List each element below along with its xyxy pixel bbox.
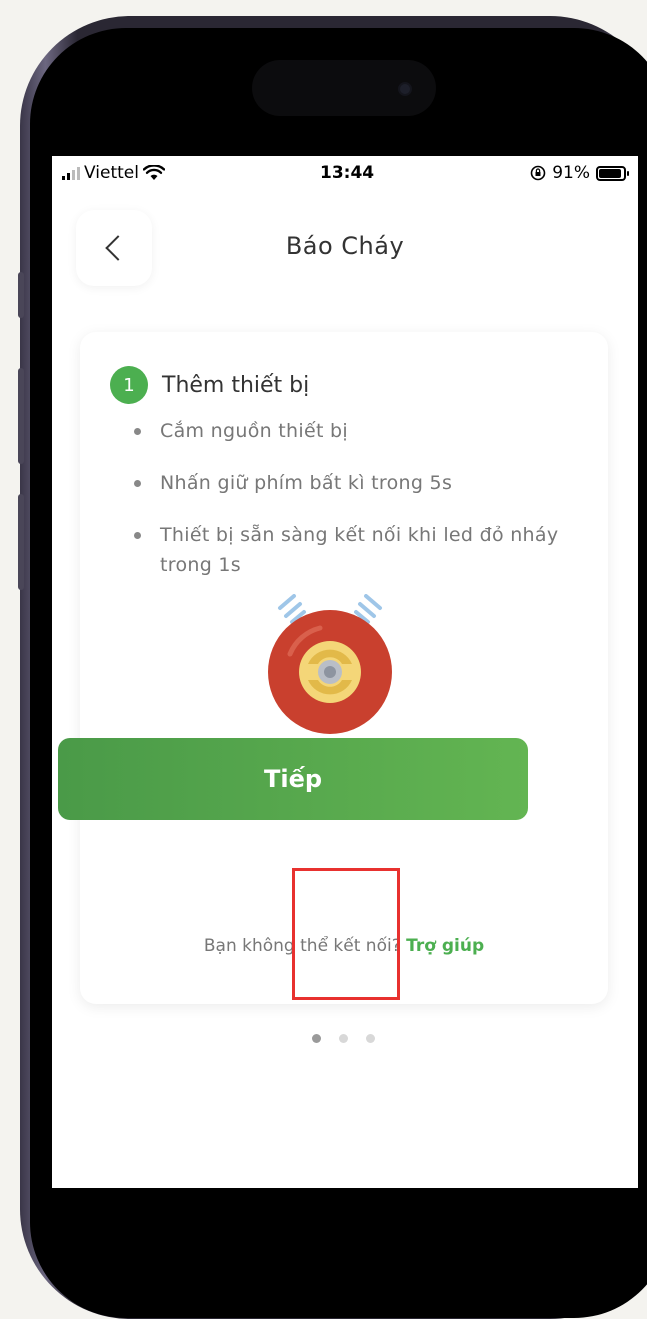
pager-dots [312, 1034, 375, 1043]
step-number-badge: 1 [110, 366, 148, 404]
pager-dot[interactable] [312, 1034, 321, 1043]
step-header: 1 Thêm thiết bị [110, 366, 309, 404]
fire-alarm-illustration [268, 594, 392, 734]
instruction-item: Nhấn giữ phím bất kì trong 5s [132, 468, 572, 498]
page-title: Báo Cháy [285, 232, 405, 260]
instruction-list: Cắm nguồn thiết bị Nhấn giữ phím bất kì … [132, 416, 572, 602]
pager-dot[interactable] [339, 1034, 348, 1043]
front-camera [398, 82, 412, 96]
setup-card: 1 Thêm thiết bị Cắm nguồn thiết bị Nhấn … [80, 332, 608, 1004]
status-time: 13:44 [320, 163, 375, 183]
status-right: 91% [530, 163, 629, 183]
phone-side-button [18, 494, 24, 590]
battery-icon [596, 165, 629, 181]
instruction-item: Thiết bị sẵn sàng kết nối khi led đỏ nhá… [132, 520, 572, 580]
step-title: Thêm thiết bị [162, 372, 310, 398]
carrier-info: Viettel [62, 163, 165, 183]
help-prompt: Bạn không thể kết nối? [203, 936, 401, 956]
phone-side-button [18, 368, 24, 464]
pager-dot[interactable] [366, 1034, 375, 1043]
next-button[interactable]: Tiếp [58, 738, 528, 820]
signal-icon [62, 166, 80, 180]
instruction-item: Cắm nguồn thiết bị [132, 416, 572, 446]
orientation-lock-icon [530, 165, 546, 181]
help-line: Bạn không thể kết nối? Trợ giúp [80, 936, 608, 956]
carrier-name: Viettel [84, 163, 139, 183]
help-link[interactable]: Trợ giúp [406, 936, 484, 956]
wifi-icon [142, 165, 165, 180]
status-bar: Viettel 13:44 91% [52, 156, 638, 190]
phone-side-button [18, 272, 24, 318]
battery-percent: 91% [552, 163, 590, 183]
